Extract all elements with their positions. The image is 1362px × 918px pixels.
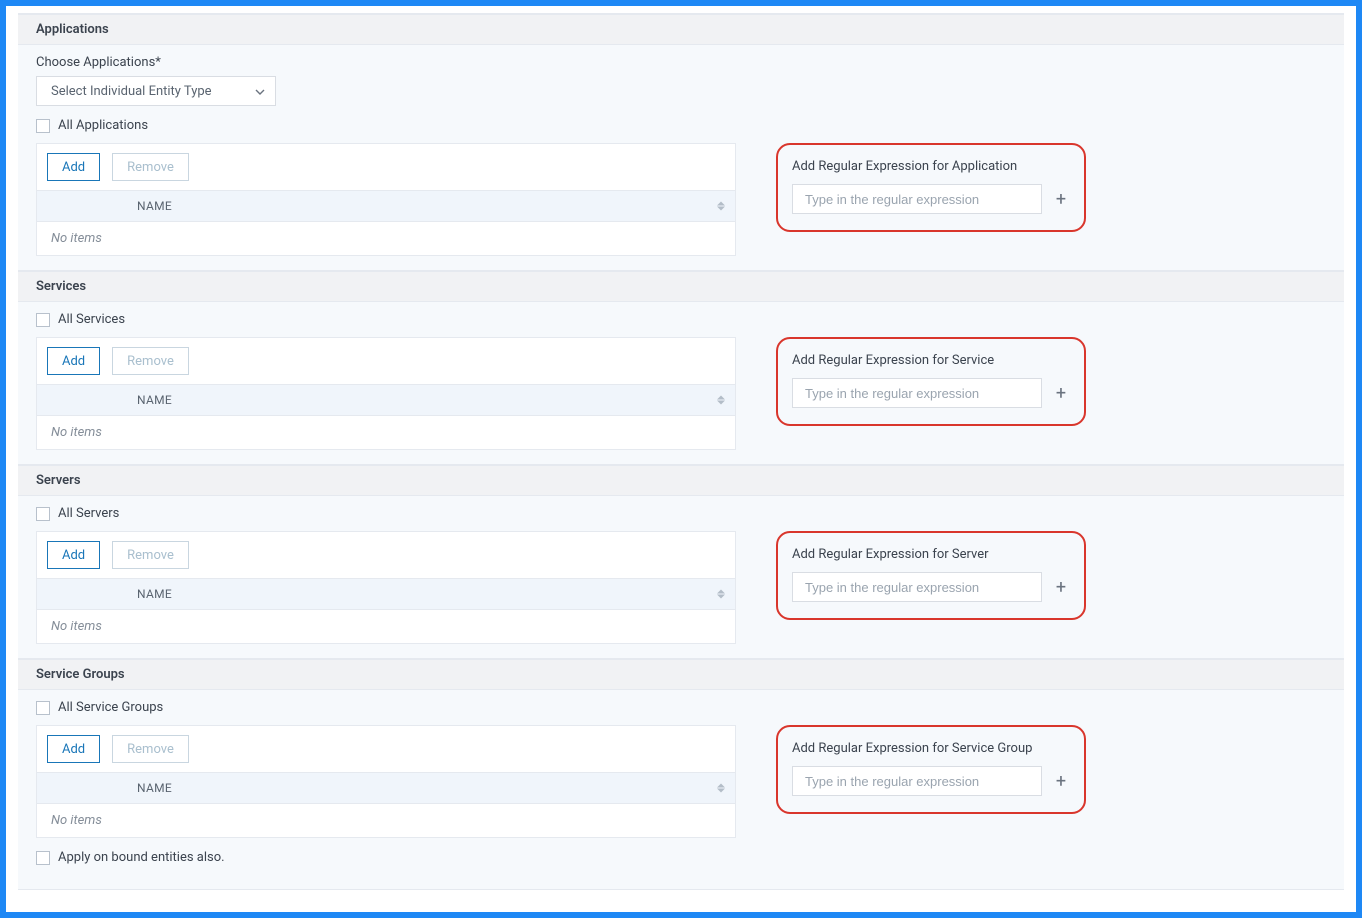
dropdown-value: Select Individual Entity Type [51,84,212,99]
all-applications-checkbox-row[interactable]: All Applications [36,118,1326,133]
regex-callout-application: Add Regular Expression for Application + [776,143,1086,232]
empty-message: No items [37,222,735,255]
plus-icon: + [1056,771,1066,792]
checkbox-icon [36,313,50,327]
regex-label: Add Regular Expression for Service Group [792,741,1070,756]
table-header: NAME [37,578,735,610]
section-body-services: All Services Add Remove NAME [18,302,1344,465]
name-column-header[interactable]: NAME [137,587,735,601]
add-regex-button[interactable]: + [1052,578,1070,596]
section-header-applications: Applications [18,14,1344,45]
section-body-applications: Choose Applications* Select Individual E… [18,45,1344,271]
table-toolbar: Add Remove [37,532,735,578]
sort-icon [717,202,725,211]
plus-icon: + [1056,189,1066,210]
regex-label: Add Regular Expression for Server [792,547,1070,562]
add-button[interactable]: Add [47,153,100,181]
name-header-text: NAME [137,587,172,601]
remove-button: Remove [112,347,189,375]
table-toolbar: Add Remove [37,338,735,384]
checkbox-icon [36,119,50,133]
sort-icon [717,784,725,793]
section-header-servers: Servers [18,465,1344,496]
sort-icon [717,590,725,599]
table-toolbar: Add Remove [37,144,735,190]
add-regex-button[interactable]: + [1052,190,1070,208]
regex-label: Add Regular Expression for Application [792,159,1070,174]
all-servers-label: All Servers [58,506,119,521]
apply-bound-checkbox-row[interactable]: Apply on bound entities also. [36,850,1326,865]
applications-table: Add Remove NAME No items [36,143,736,256]
empty-message: No items [37,804,735,837]
services-table: Add Remove NAME No items [36,337,736,450]
checkbox-icon [36,851,50,865]
scroll-container[interactable]: Applications Choose Applications* Select… [6,6,1356,912]
remove-button: Remove [112,541,189,569]
checkbox-icon [36,507,50,521]
remove-button: Remove [112,735,189,763]
add-regex-button[interactable]: + [1052,384,1070,402]
section-body-servers: All Servers Add Remove NAME [18,496,1344,659]
choose-applications-label: Choose Applications* [36,55,1326,70]
all-service-groups-checkbox-row[interactable]: All Service Groups [36,700,1326,715]
regex-callout-service: Add Regular Expression for Service + [776,337,1086,426]
table-header: NAME [37,384,735,416]
section-header-service-groups: Service Groups [18,659,1344,690]
app-frame: Applications Choose Applications* Select… [0,0,1362,918]
regex-input[interactable] [792,572,1042,602]
name-column-header[interactable]: NAME [137,393,735,407]
regex-callout-service-group: Add Regular Expression for Service Group… [776,725,1086,814]
all-service-groups-label: All Service Groups [58,700,163,715]
plus-icon: + [1056,577,1066,598]
regex-input[interactable] [792,378,1042,408]
service-groups-table: Add Remove NAME No items [36,725,736,838]
add-regex-button[interactable]: + [1052,772,1070,790]
add-button[interactable]: Add [47,735,100,763]
empty-message: No items [37,610,735,643]
chevron-down-icon [255,86,265,96]
servers-table: Add Remove NAME No items [36,531,736,644]
top-sliver [18,6,1344,14]
all-applications-label: All Applications [58,118,148,133]
table-toolbar: Add Remove [37,726,735,772]
name-column-header[interactable]: NAME [137,199,735,213]
plus-icon: + [1056,383,1066,404]
add-button[interactable]: Add [47,541,100,569]
regex-input[interactable] [792,766,1042,796]
entity-type-dropdown[interactable]: Select Individual Entity Type [36,76,276,106]
name-header-text: NAME [137,781,172,795]
all-services-label: All Services [58,312,125,327]
empty-message: No items [37,416,735,449]
regex-label: Add Regular Expression for Service [792,353,1070,368]
add-button[interactable]: Add [47,347,100,375]
name-header-text: NAME [137,199,172,213]
table-header: NAME [37,190,735,222]
table-header: NAME [37,772,735,804]
regex-callout-server: Add Regular Expression for Server + [776,531,1086,620]
all-servers-checkbox-row[interactable]: All Servers [36,506,1326,521]
section-body-service-groups: All Service Groups Add Remove NAME [18,690,1344,890]
all-services-checkbox-row[interactable]: All Services [36,312,1326,327]
sort-icon [717,396,725,405]
name-column-header[interactable]: NAME [137,781,735,795]
apply-bound-label: Apply on bound entities also. [58,850,225,865]
section-header-services: Services [18,271,1344,302]
name-header-text: NAME [137,393,172,407]
regex-input[interactable] [792,184,1042,214]
checkbox-icon [36,701,50,715]
remove-button: Remove [112,153,189,181]
